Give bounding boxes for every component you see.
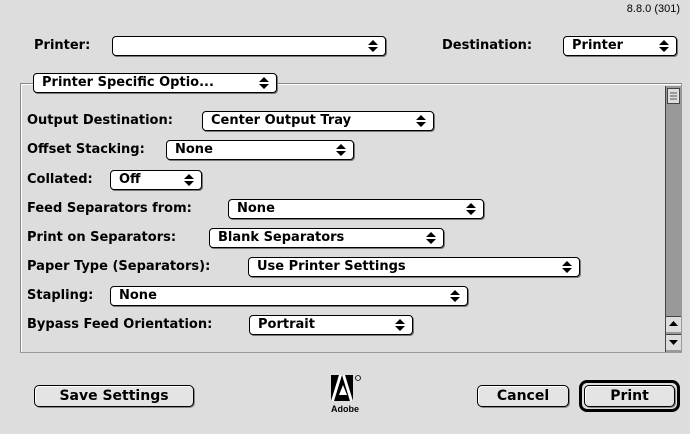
output-destination-value: Center Output Tray	[211, 113, 352, 128]
popup-arrows-icon	[254, 74, 276, 92]
collated-label: Collated:	[27, 172, 93, 187]
adobe-logo-text: Adobe	[331, 404, 359, 414]
bypass-feed-value: Portrait	[258, 317, 315, 332]
panel-popup-value: Printer Specific Optio...	[42, 75, 214, 90]
print-on-separators-popup[interactable]: Blank Separators	[209, 228, 444, 248]
print-on-separators-label: Print on Separators:	[27, 230, 177, 245]
bypass-feed-popup[interactable]: Portrait	[249, 315, 413, 335]
offset-stacking-label: Offset Stacking:	[27, 142, 145, 157]
popup-arrows-icon	[411, 112, 433, 130]
stapling-value: None	[119, 288, 157, 303]
destination-popup[interactable]: Printer	[563, 36, 677, 56]
output-destination-popup[interactable]: Center Output Tray	[202, 111, 434, 131]
stapling-label: Stapling:	[27, 288, 94, 303]
feed-separators-value: None	[237, 201, 275, 216]
cancel-button[interactable]: Cancel	[477, 385, 569, 407]
collated-value: Off	[119, 172, 141, 187]
bypass-feed-label: Bypass Feed Orientation:	[27, 317, 213, 332]
popup-arrows-icon	[421, 229, 443, 247]
popup-arrows-icon	[331, 141, 353, 159]
popup-arrows-icon	[390, 316, 412, 334]
options-scrollbar[interactable]	[665, 86, 681, 352]
grip-icon	[670, 92, 677, 100]
collated-popup[interactable]: Off	[110, 170, 202, 190]
paper-type-popup[interactable]: Use Printer Settings	[248, 257, 580, 277]
feed-separators-label: Feed Separators from:	[27, 201, 192, 216]
popup-arrows-icon	[179, 171, 201, 189]
feed-separators-popup[interactable]: None	[228, 199, 484, 219]
popup-arrows-icon	[557, 258, 579, 276]
scroll-down-button[interactable]	[666, 334, 681, 350]
printer-label: Printer:	[34, 38, 91, 53]
printer-popup[interactable]	[112, 36, 386, 56]
adobe-logo-icon: Adobe	[329, 373, 363, 419]
offset-stacking-value: None	[175, 142, 213, 157]
popup-arrows-icon	[461, 200, 483, 218]
popup-arrows-icon	[363, 37, 385, 55]
print-button[interactable]: Print	[584, 385, 675, 407]
version-label: 8.8.0 (301)	[626, 3, 680, 15]
output-destination-label: Output Destination:	[27, 113, 173, 128]
arrow-down-icon	[669, 340, 678, 345]
offset-stacking-popup[interactable]: None	[166, 140, 354, 160]
scrollbar-thumb[interactable]	[667, 88, 680, 104]
popup-arrows-icon	[445, 287, 467, 305]
paper-type-value: Use Printer Settings	[257, 259, 406, 274]
panel-popup[interactable]: Printer Specific Optio...	[33, 73, 277, 93]
destination-popup-value: Printer	[572, 38, 624, 53]
scroll-up-button[interactable]	[666, 316, 681, 332]
destination-label: Destination:	[442, 38, 533, 53]
popup-arrows-icon	[654, 37, 676, 55]
paper-type-label: Paper Type (Separators):	[27, 259, 211, 274]
save-settings-button[interactable]: Save Settings	[34, 385, 194, 407]
arrow-up-icon	[669, 321, 678, 326]
print-on-separators-value: Blank Separators	[218, 230, 345, 245]
stapling-popup[interactable]: None	[110, 286, 468, 306]
